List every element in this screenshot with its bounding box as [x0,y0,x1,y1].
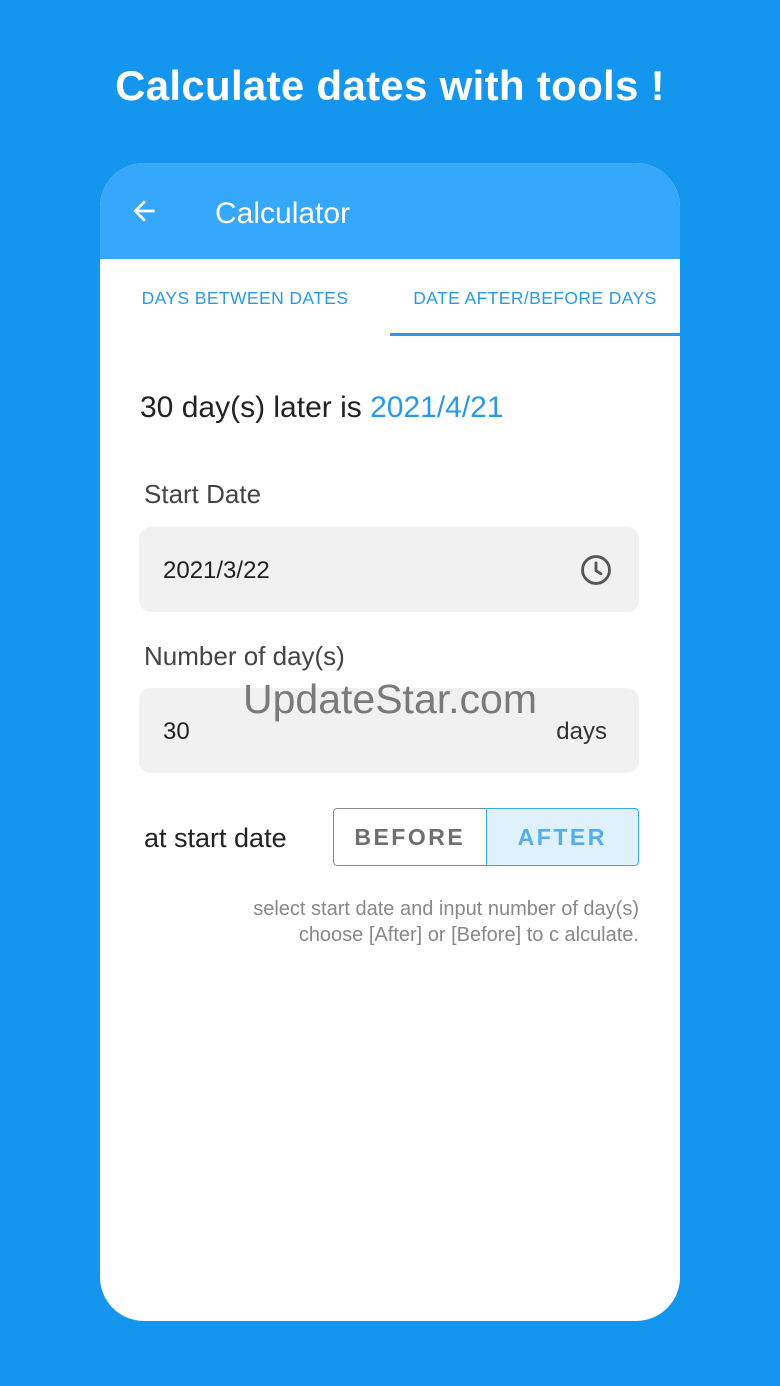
hint-text: select start date and input number of da… [159,896,639,948]
promo-headline: Calculate dates with tools ! [115,62,665,109]
days-suffix: days [556,718,607,745]
start-date-value: 2021/3/22 [163,557,270,584]
start-date-field[interactable]: 2021/3/22 [139,527,639,612]
tab-date-after-before-days[interactable]: DATE AFTER/BEFORE DAYS [390,259,680,337]
result-prefix: 30 day(s) later is [140,391,371,424]
result-text: 30 day(s) later is 2021/4/21 [140,391,504,425]
number-of-days-field[interactable]: 30 days [139,688,639,773]
clock-icon[interactable] [579,553,613,587]
hint-line-2: choose [After] or [Before] to c alculate… [298,924,639,946]
start-date-label: Start Date [144,479,262,509]
app-bar: Calculator [100,163,680,259]
before-after-toggle: BEFORE AFTER [333,808,639,866]
number-of-days-value: 30 [163,718,190,745]
tab-bar: DAYS BETWEEN DATES DATE AFTER/BEFORE DAY… [100,259,680,337]
phone-screen: Calculator DAYS BETWEEN DATES DATE AFTER… [100,163,680,1321]
back-arrow-icon[interactable] [128,195,160,227]
tab-indicator [390,333,680,336]
before-button[interactable]: BEFORE [333,808,486,866]
hint-line-1: select start date and input number of da… [253,898,639,920]
number-of-days-label: Number of day(s) [144,641,345,671]
result-date: 2021/4/21 [370,391,504,424]
after-button[interactable]: AFTER [485,808,639,866]
at-start-date-label: at start date [144,823,287,853]
app-bar-title: Calculator [215,197,351,230]
tab-days-between-dates[interactable]: DAYS BETWEEN DATES [100,259,390,337]
